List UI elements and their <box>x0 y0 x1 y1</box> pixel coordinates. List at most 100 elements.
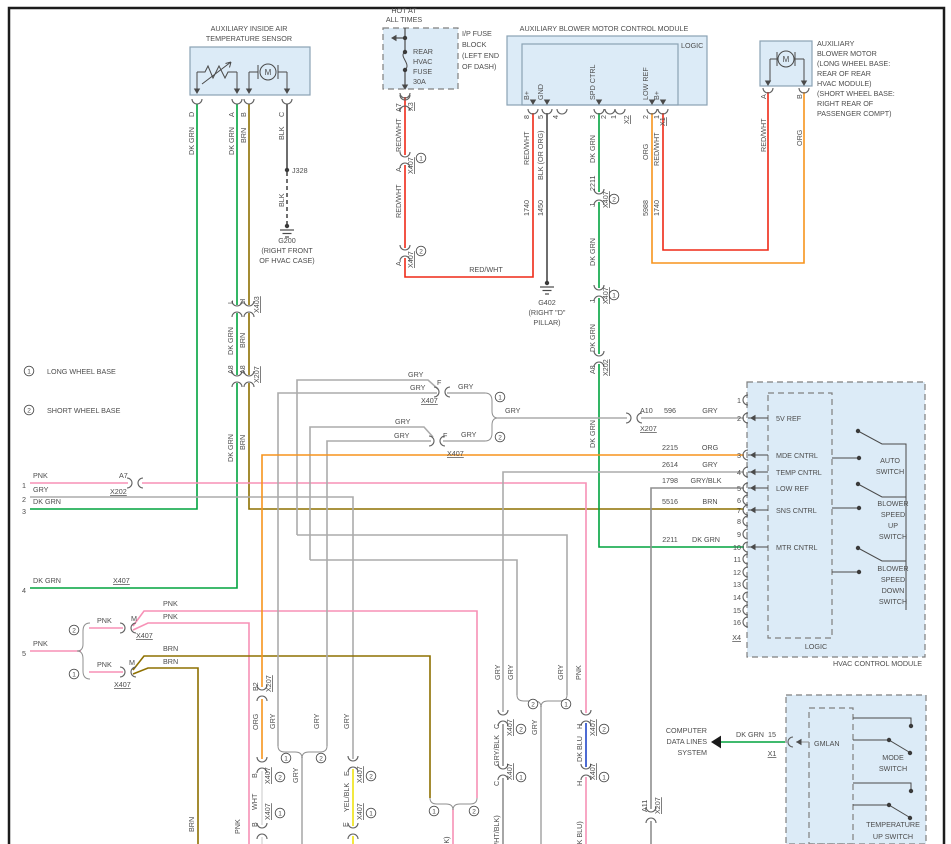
wire-label: X1 <box>658 117 667 126</box>
brace-right-merge <box>516 694 568 708</box>
wire-label: TEMPERATURE SENSOR <box>206 34 292 43</box>
wire-label: DK GRN <box>227 127 236 155</box>
connector-symbol <box>604 108 616 115</box>
wire-label: GND <box>536 84 545 100</box>
wire-label: GMLAN <box>814 739 840 748</box>
wire-label: GRY <box>33 485 49 494</box>
circled-number-text: 1 <box>519 774 523 781</box>
wire-label: A8 <box>238 365 247 374</box>
wire-label: I/P FUSE <box>462 29 492 38</box>
wire-label: AUXILIARY INSIDE AIR <box>211 24 288 33</box>
circled-number-text: 2 <box>369 773 373 780</box>
wire-label: H <box>575 781 584 786</box>
wire-label: DATA LINES <box>667 737 708 746</box>
junction-dot <box>402 35 408 41</box>
circled-number-text: 1 <box>498 394 502 401</box>
wire-label: GRY <box>268 713 277 729</box>
wire-label: BLOWER <box>877 499 908 508</box>
wire-label: PNK <box>97 660 112 669</box>
wire-label: X202 <box>601 359 610 376</box>
temp-sensor-box <box>189 46 311 96</box>
wire-label: 5 <box>536 115 545 119</box>
wire-label: X407 <box>406 157 415 174</box>
wire-label: 4 <box>22 586 26 595</box>
wire-label: ORG <box>702 443 719 452</box>
wire-label: UP <box>888 521 898 530</box>
circled-number-text: 2 <box>612 196 616 203</box>
wire-label: GRY <box>458 382 474 391</box>
wire-label: ORG <box>795 129 804 146</box>
wire-label: A11 <box>640 800 649 812</box>
wire-label: PNK <box>97 616 112 625</box>
row1-pnk-b <box>142 482 587 713</box>
wire-label: PNK <box>163 599 178 608</box>
wire-label: X3 <box>406 102 415 111</box>
wire-label: TEMPERATURE <box>866 820 920 829</box>
circled-number-text: 1 <box>602 774 606 781</box>
circled-number-text: 2 <box>498 434 502 441</box>
wire-label: DK GRN <box>692 535 720 544</box>
junction-dot <box>402 49 408 55</box>
wire-label: HOT AT <box>391 6 417 15</box>
wire-label: (DK BLU) <box>575 821 584 844</box>
wire-label: 4 <box>737 468 741 477</box>
wire-label: X407 <box>355 766 364 783</box>
wire-label: X407 <box>601 191 610 208</box>
wire-label: X207 <box>252 366 261 383</box>
wire-label: 1 <box>22 481 26 490</box>
wire-label: (LONG WHEEL BASE: <box>817 59 890 68</box>
circled-number-text: 2 <box>602 726 606 733</box>
wire-label: GRY <box>395 417 411 426</box>
wire-label: SHORT WHEEL BASE <box>47 406 121 415</box>
wire-label: SWITCH <box>879 764 907 773</box>
bplus-motor-red <box>662 92 769 251</box>
wire-label: OF HVAC CASE) <box>259 256 314 265</box>
wire-label: 1798 <box>662 476 678 485</box>
wire-label: REAR <box>413 47 433 56</box>
connector-symbol <box>191 98 203 105</box>
wire-label: SPEED <box>881 575 905 584</box>
connector-symbol <box>126 477 144 489</box>
wire-label: E <box>341 822 350 827</box>
wire-label: B2 <box>251 682 260 691</box>
wire-label: G402 <box>538 298 556 307</box>
wire-label: X407 <box>114 680 131 689</box>
wire-label: OF DASH) <box>462 62 496 71</box>
wire-label: X407 <box>406 251 415 268</box>
wire-label: 3 <box>737 451 741 460</box>
wire-label: X407 <box>113 576 130 585</box>
wire-label: X407 <box>447 449 464 458</box>
wire-label: RED/WHT <box>652 132 661 166</box>
wire-label: X403 <box>252 296 261 313</box>
wiring-diagram-page: M M 1 2 1 2 2 1 1 2 2 1 2 1 2 1 2 1 1 2 2 1 1 2 2 1 AUXILIARY INSI… <box>0 0 951 844</box>
wire-label: DK GRN <box>588 135 597 163</box>
wire-label: HVAC MODULE) <box>817 79 872 88</box>
circled-number-text: 2 <box>278 774 282 781</box>
connector-symbol <box>281 98 293 105</box>
wire-label: 1 <box>737 396 741 405</box>
wire-label: SWITCH <box>876 467 904 476</box>
wire-label: B <box>795 94 804 99</box>
wire-label: 16 <box>733 618 741 627</box>
wire-label: DK GRN <box>588 420 597 448</box>
wire-label: (WHT/BLK) <box>492 815 501 844</box>
circled-number-text: 1 <box>419 155 423 162</box>
circled-number-text: 1 <box>564 701 568 708</box>
wire-label: ALL TIMES <box>386 15 423 24</box>
f2-left-up <box>309 426 434 560</box>
b2-pnk-out-a <box>132 610 478 798</box>
wire-label: DK GRN <box>33 576 61 585</box>
circled-number-text: 2 <box>27 407 31 414</box>
wire-label: BRN <box>238 435 247 450</box>
connector-symbol <box>231 98 243 105</box>
wire-label: 5988 <box>641 200 650 216</box>
wire-label: GRY <box>394 431 410 440</box>
wire-label: J <box>588 299 597 303</box>
wire-label: X407 <box>263 767 272 784</box>
wire-label: F <box>437 378 442 387</box>
wire-label: A <box>394 261 403 266</box>
wire-label: TEMP CNTRL <box>776 468 822 477</box>
wire-label: X407 <box>355 803 364 820</box>
wire-label: LOGIC <box>681 41 703 50</box>
wire-label: X407 <box>505 719 514 736</box>
